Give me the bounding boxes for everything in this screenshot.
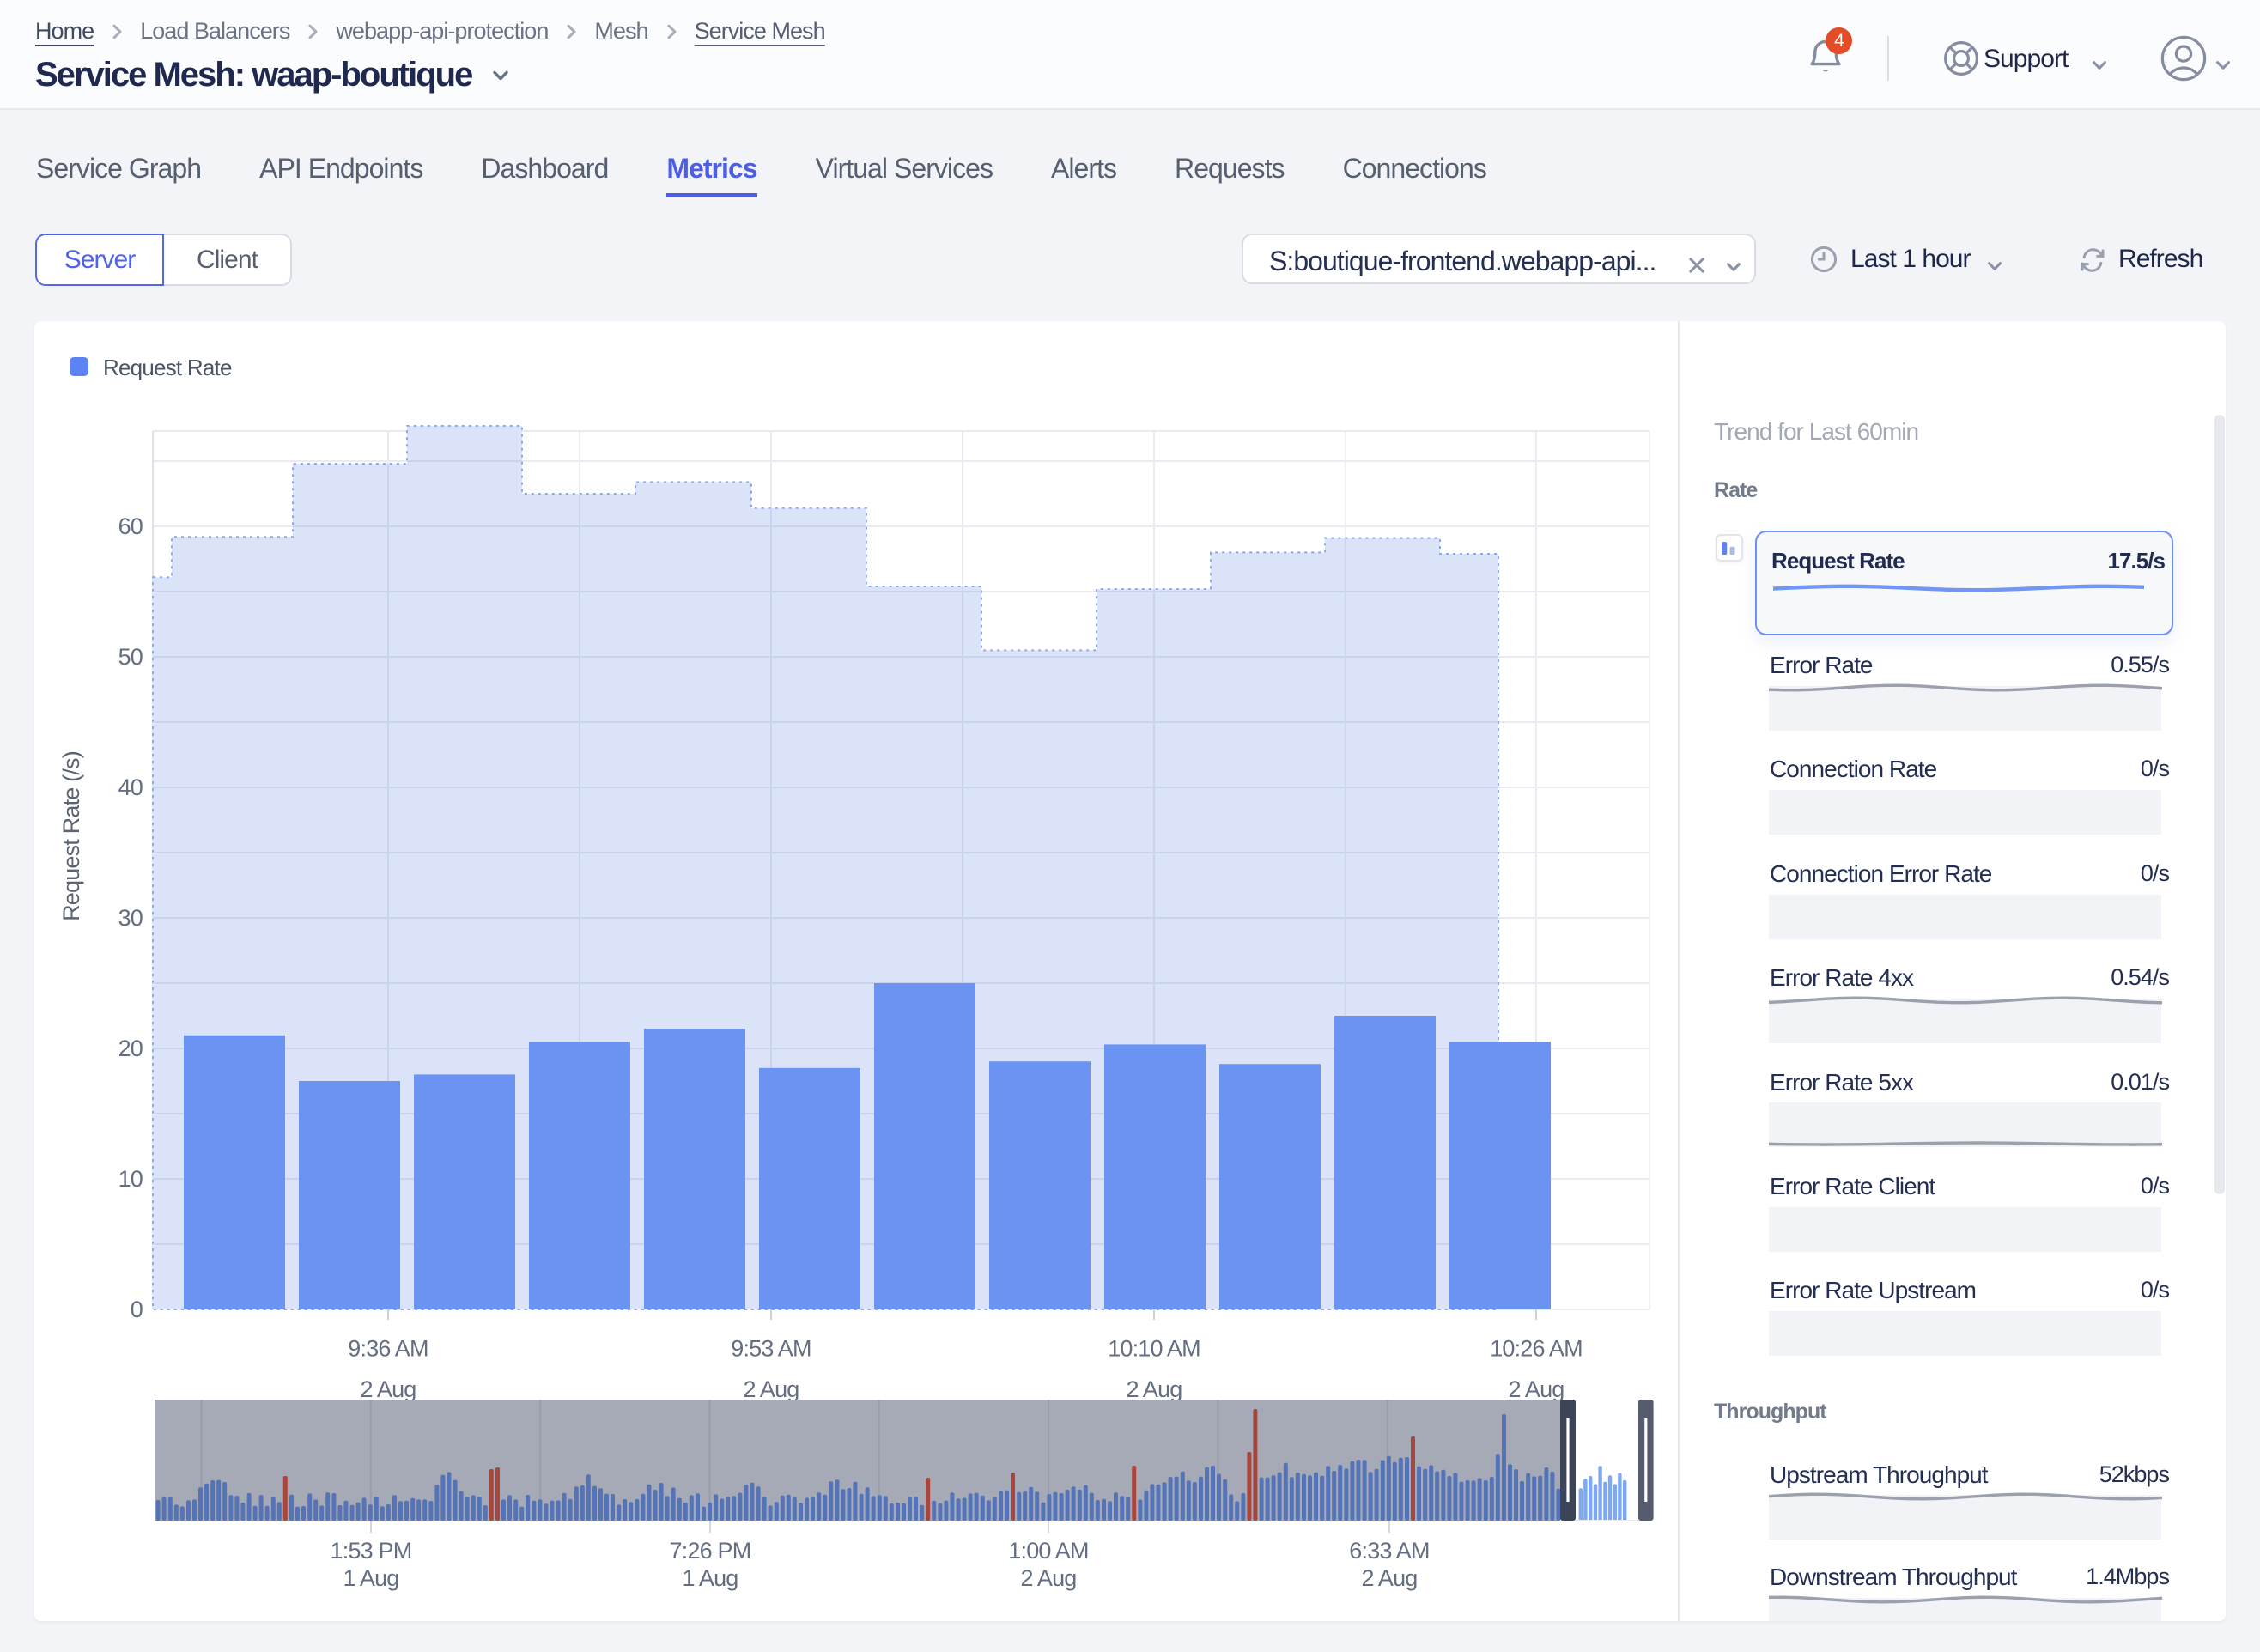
svg-text:10:26 AM: 10:26 AM (1490, 1336, 1583, 1362)
svg-text:7:26 PM: 7:26 PM (670, 1538, 751, 1564)
svg-text:Request Rate: Request Rate (103, 355, 232, 380)
svg-text:1:53 PM: 1:53 PM (331, 1538, 412, 1564)
svg-text:60: 60 (118, 513, 143, 539)
svg-text:10: 10 (118, 1166, 143, 1192)
svg-text:2 Aug: 2 Aug (1020, 1565, 1076, 1591)
svg-text:1 Aug: 1 Aug (343, 1565, 398, 1591)
svg-text:2 Aug: 2 Aug (360, 1376, 416, 1402)
svg-text:20: 20 (118, 1036, 143, 1061)
svg-text:40: 40 (118, 774, 143, 800)
svg-text:2 Aug: 2 Aug (1126, 1376, 1182, 1402)
svg-text:2 Aug: 2 Aug (1361, 1565, 1417, 1591)
svg-text:0: 0 (131, 1297, 143, 1322)
svg-text:Request Rate (/s): Request Rate (/s) (58, 751, 84, 921)
svg-text:9:53 AM: 9:53 AM (731, 1336, 811, 1362)
svg-text:6:33 AM: 6:33 AM (1349, 1538, 1429, 1564)
svg-text:2 Aug: 2 Aug (743, 1376, 799, 1402)
svg-text:9:36 AM: 9:36 AM (348, 1336, 428, 1362)
svg-text:1 Aug: 1 Aug (682, 1565, 738, 1591)
svg-text:1:00 AM: 1:00 AM (1008, 1538, 1088, 1564)
svg-text:30: 30 (118, 905, 143, 931)
svg-text:2 Aug: 2 Aug (1508, 1376, 1564, 1402)
svg-text:50: 50 (118, 644, 143, 670)
svg-text:10:10 AM: 10:10 AM (1108, 1336, 1200, 1362)
